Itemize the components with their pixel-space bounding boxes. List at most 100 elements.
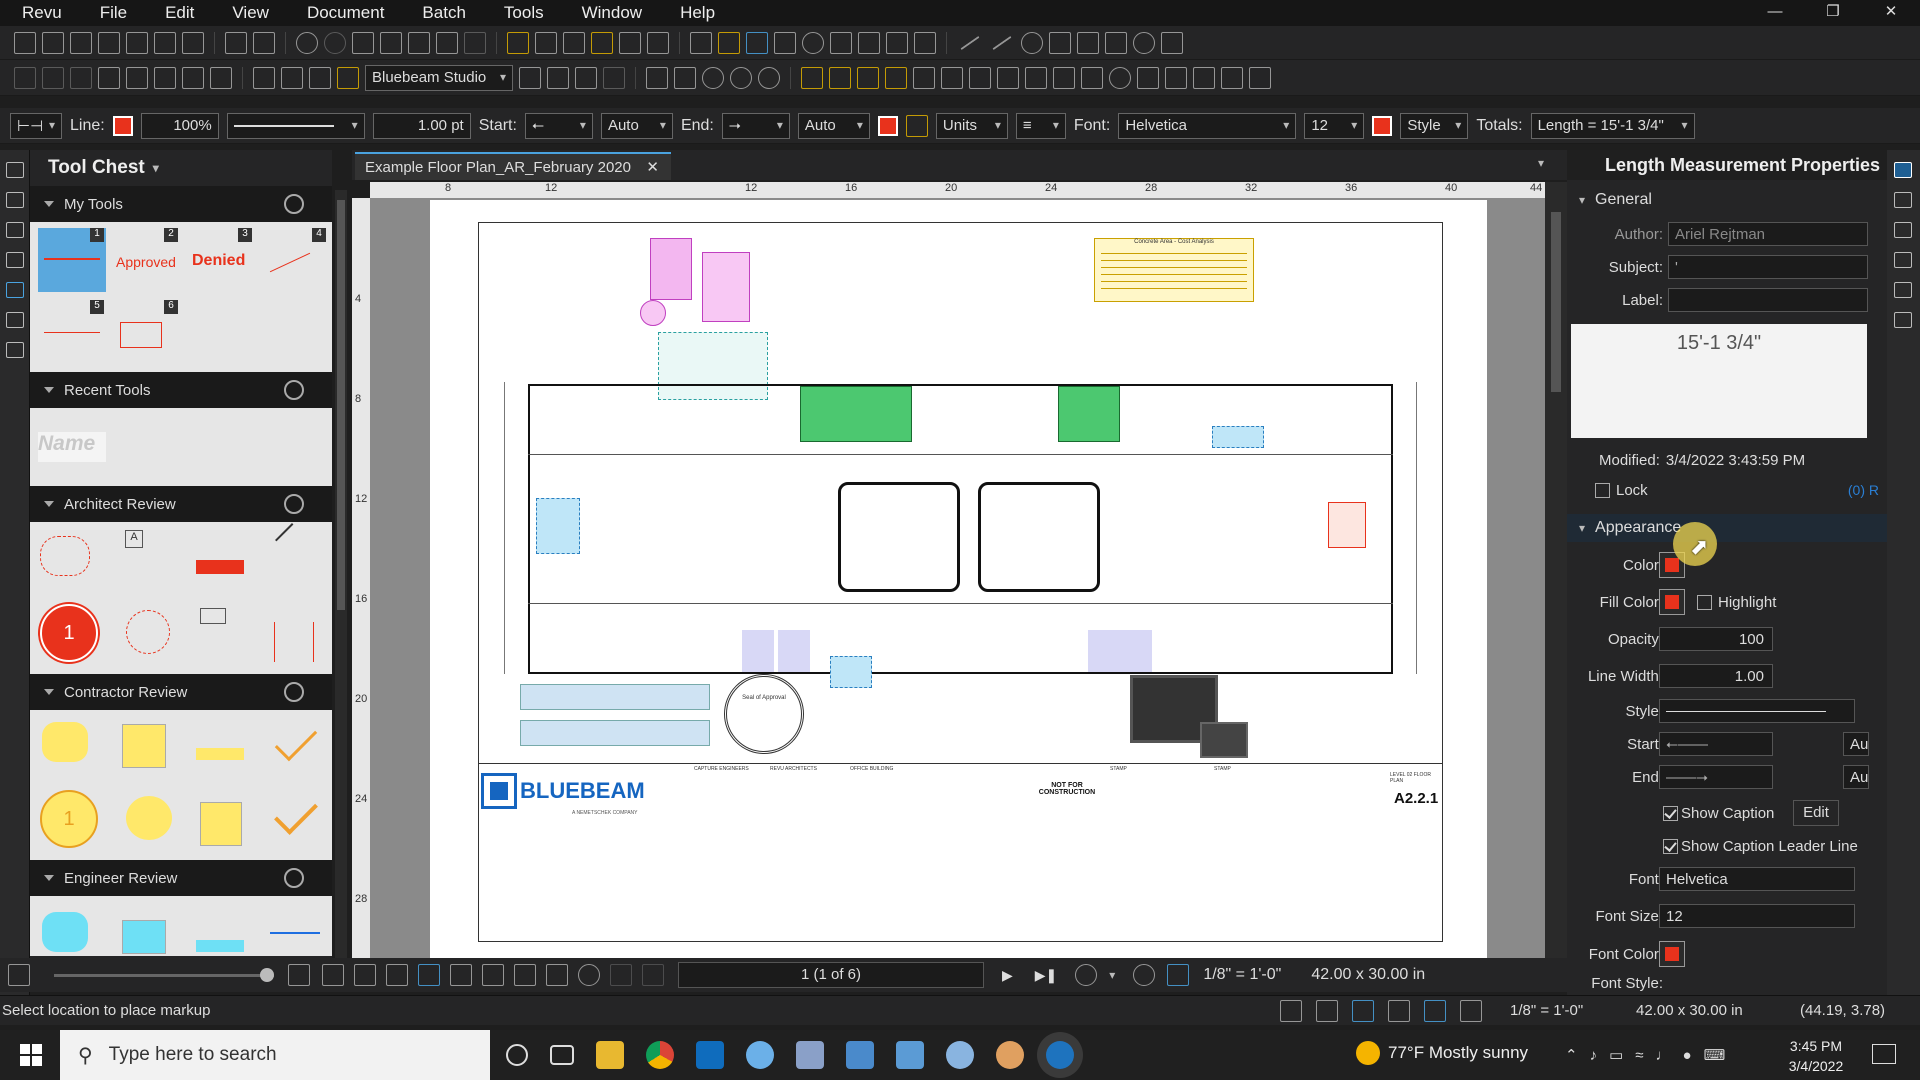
snapshot-icon[interactable] — [563, 31, 585, 54]
arrow-icon[interactable] — [992, 35, 1012, 50]
start-auto-dropdown[interactable]: Auto ▾ — [600, 112, 673, 139]
close-tab-icon[interactable]: ✕ — [646, 154, 659, 182]
measure-type-dropdown[interactable]: ⊢⊣ ▾ — [10, 112, 62, 139]
cortana-icon[interactable] — [506, 1044, 528, 1066]
marker-icon[interactable] — [746, 31, 768, 54]
app-icon[interactable] — [796, 1041, 824, 1069]
select-arrow-icon[interactable] — [14, 66, 36, 89]
chrome-icon[interactable] — [646, 1041, 674, 1069]
clock[interactable]: 3:45 PM 3/4/2022 — [1776, 1036, 1856, 1076]
properties-panel-icon[interactable] — [1894, 162, 1912, 178]
tool-callout-box[interactable] — [200, 608, 226, 624]
thumbnails-icon[interactable] — [6, 192, 24, 208]
menu-tools[interactable]: Tools — [482, 3, 560, 23]
measure-dynamic-icon[interactable] — [1165, 66, 1187, 89]
tool-numbered-circle[interactable]: 1 — [40, 790, 98, 848]
ellipse-icon[interactable] — [1133, 31, 1155, 54]
measure-angle-icon[interactable] — [913, 66, 935, 89]
document-scrollbar[interactable] — [1545, 182, 1567, 958]
split-view-icon[interactable] — [354, 964, 376, 986]
seal-of-approval[interactable]: Seal of Approval — [724, 674, 804, 754]
app-icon-3[interactable] — [996, 1041, 1024, 1069]
fill-color-swatch[interactable] — [877, 115, 898, 136]
bell-icon[interactable] — [507, 31, 529, 54]
print-icon[interactable] — [126, 31, 148, 54]
menu-batch[interactable]: Batch — [400, 3, 481, 23]
general-section-header[interactable]: ▾ General — [1567, 186, 1887, 214]
replies-link[interactable]: (0) R — [1848, 482, 1879, 498]
room-highlight-lavender-3[interactable] — [1088, 630, 1120, 672]
font-dropdown[interactable]: Helvetica — [1659, 867, 1855, 891]
fit-width-icon[interactable] — [288, 964, 310, 986]
measure-cutout-icon[interactable] — [1137, 66, 1159, 89]
save-icon[interactable] — [70, 31, 92, 54]
continuous-icon[interactable] — [386, 964, 408, 986]
new-file-icon[interactable] — [14, 31, 36, 54]
slider-thumb[interactable] — [260, 967, 274, 982]
select-annotations-icon[interactable] — [42, 66, 64, 89]
measure-diameter-icon[interactable] — [969, 66, 991, 89]
drawing-sheet[interactable]: Concrete Area - Cost Analysis Seal of Ap… — [430, 200, 1487, 958]
measure-tool-icon[interactable] — [1167, 964, 1190, 986]
font-size-dropdown[interactable]: 12 — [1659, 904, 1855, 928]
scroll-thumb[interactable] — [337, 200, 345, 610]
alert-icon[interactable] — [337, 66, 359, 89]
tray-chevron-icon[interactable]: ⌃ — [1565, 1046, 1578, 1064]
rotate-view-icon[interactable] — [730, 66, 752, 89]
text-tool-icon[interactable] — [98, 66, 120, 89]
subject-field[interactable]: ' — [1668, 255, 1868, 279]
distribute-icon[interactable] — [575, 66, 597, 89]
edit-caption-button[interactable]: Edit — [1793, 800, 1839, 826]
copy-icon[interactable] — [380, 31, 402, 54]
tool-yellow-highlight[interactable] — [196, 748, 244, 760]
volume-icon[interactable]: ♩ — [1656, 1047, 1671, 1064]
line-icon[interactable] — [960, 35, 980, 50]
last-page-icon[interactable]: ▶❚ — [1035, 967, 1058, 984]
cloud-icon[interactable] — [802, 31, 824, 54]
reuse-icon[interactable] — [1424, 1000, 1446, 1022]
properties-icon[interactable] — [6, 342, 24, 358]
menu-window[interactable]: Window — [560, 3, 658, 23]
room-highlight-blue[interactable] — [536, 498, 580, 554]
open-folder-icon[interactable] — [42, 31, 64, 54]
select-text-icon[interactable] — [546, 964, 568, 986]
maximize-icon[interactable]: ❐ — [1804, 0, 1862, 26]
layers-icon[interactable] — [603, 66, 625, 89]
measure-area-icon[interactable] — [829, 66, 851, 89]
caret-text-icon[interactable] — [210, 66, 232, 89]
chevron-down-icon[interactable]: ▾ — [1109, 968, 1115, 982]
zoom-icon[interactable] — [578, 964, 600, 986]
polygon-icon[interactable] — [1161, 31, 1183, 54]
split-icon[interactable] — [519, 66, 541, 89]
bookmarks-icon[interactable] — [6, 222, 24, 238]
line-style-dropdown[interactable]: ▾ — [226, 112, 365, 139]
start-arrow-dropdown[interactable]: ⭠—— — [1659, 732, 1773, 756]
pen-icon[interactable] — [647, 31, 669, 54]
toolchest-icon[interactable] — [6, 282, 24, 298]
totals-dropdown[interactable]: Length = 15'-1 3/4" ▾ — [1530, 112, 1695, 139]
tool-dimension-line[interactable] — [274, 622, 314, 662]
menu-document[interactable]: Document — [285, 3, 400, 23]
section-architect-review[interactable]: Architect Review — [30, 486, 332, 522]
cost-analysis-table[interactable]: Concrete Area - Cost Analysis — [1094, 238, 1254, 302]
keyboard-icon[interactable]: ⌨ — [1704, 1046, 1726, 1064]
format-painter-icon[interactable] — [436, 31, 458, 54]
bluetooth-icon[interactable]: ● — [1683, 1047, 1692, 1064]
room-highlight-lavender-2[interactable] — [778, 630, 810, 672]
tool-name-text[interactable]: Name — [38, 432, 106, 462]
callout-icon[interactable] — [774, 31, 796, 54]
single-page-icon[interactable] — [322, 964, 344, 986]
style-dropdown[interactable] — [1659, 699, 1855, 723]
measure-slope-icon[interactable] — [1221, 66, 1243, 89]
highlighter-icon[interactable] — [718, 31, 740, 54]
line-width-field[interactable]: 1.00 pt — [372, 112, 471, 139]
sketch-box-pink-2[interactable] — [702, 252, 750, 322]
appearance-section-header[interactable]: ▾ Appearance — [1567, 514, 1887, 542]
gear-icon[interactable] — [284, 494, 304, 514]
conference-room-green[interactable] — [800, 386, 912, 442]
markups-list-icon[interactable] — [6, 162, 24, 178]
wifi-icon[interactable]: ≈ — [1635, 1047, 1643, 1064]
tool-length-measure[interactable]: 1 — [38, 228, 106, 292]
text-align-dropdown[interactable]: ≡ ▾ — [1015, 112, 1066, 139]
rectangle-icon[interactable] — [1105, 31, 1127, 54]
